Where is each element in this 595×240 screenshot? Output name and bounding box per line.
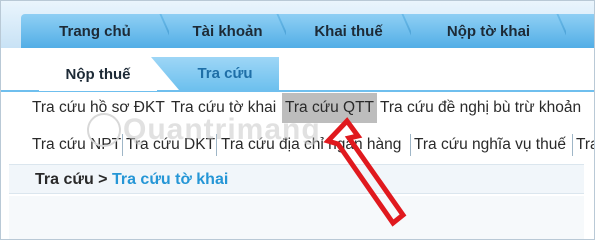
subtab-nop-thue[interactable]: Nộp thuế (39, 57, 157, 91)
sub-navigation: Nộp thuế Tra cứu (1, 48, 594, 92)
breadcrumb-current: Tra cứu tờ khai (111, 171, 229, 188)
link-divider (572, 134, 573, 156)
content-area (9, 196, 584, 239)
tab-label: Nộp tờ khai (446, 22, 531, 40)
tab-label: Trang chủ (59, 22, 131, 40)
page-frame: Trang chủ Tài khoản Khai thuế Nộp tờ kha… (0, 0, 595, 240)
breadcrumb: Tra cứu > Tra cứu tờ khai (9, 164, 584, 194)
tab-trang-chu[interactable]: Trang chủ (21, 14, 169, 48)
link-tra-cuu-nghia-vu-thue[interactable]: Tra cứu nghĩa vụ thuế (414, 130, 566, 160)
tab-khai-thue[interactable]: Khai thuế (286, 14, 411, 48)
tab-label: Khai thuế (314, 22, 383, 40)
subtab-tra-cuu[interactable]: Tra cứu (151, 57, 279, 90)
tab-label: Tài khoản (192, 22, 263, 40)
breadcrumb-root[interactable]: Tra cứu > (35, 171, 108, 188)
main-navigation: Trang chủ Tài khoản Khai thuế Nộp tờ kha… (1, 1, 594, 48)
link-tra-cuu-de-nghi-bu-tru[interactable]: Tra cứu đề nghị bù trừ khoản (380, 93, 581, 123)
watermark-logo-icon (87, 113, 121, 147)
tab-overflow[interactable] (566, 14, 594, 48)
subtab-label: Nộp thuế (65, 65, 131, 83)
tab-tai-khoan[interactable]: Tài khoản (169, 14, 286, 48)
watermark-text: Quantrimang (123, 113, 321, 146)
subtab-label: Tra cứu (197, 65, 253, 82)
link-divider (410, 134, 411, 156)
link-tra-overflow[interactable]: Tra (576, 130, 594, 160)
tab-nop-to-khai[interactable]: Nộp tờ khai (411, 14, 566, 48)
